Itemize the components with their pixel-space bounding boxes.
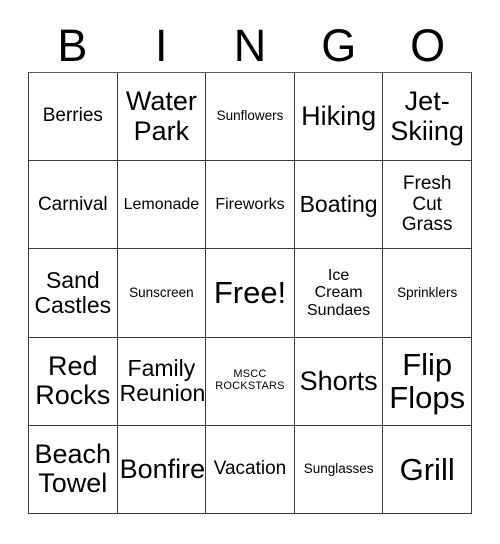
bingo-cell[interactable]: Sunglasses bbox=[294, 425, 384, 514]
bingo-cell-free[interactable]: Free! bbox=[206, 249, 295, 338]
bingo-cell-label: Sunflowers bbox=[216, 108, 284, 124]
bingo-cell-label: Ice Cream Sundaes bbox=[307, 267, 371, 319]
bingo-cell[interactable]: Hiking bbox=[294, 73, 384, 162]
bingo-cell[interactable]: Red Rocks bbox=[29, 337, 118, 426]
bingo-cell[interactable]: Shorts bbox=[294, 337, 384, 426]
bingo-cell[interactable]: Carnival bbox=[29, 161, 118, 250]
bingo-cell-label: Boating bbox=[299, 191, 378, 218]
bingo-cell[interactable]: Flip Flops bbox=[383, 337, 472, 426]
header-letter-g: G bbox=[321, 19, 357, 71]
header-letter-b: B bbox=[57, 19, 88, 71]
header-letter-i: I bbox=[154, 19, 168, 71]
bingo-cell-label: Fireworks bbox=[215, 196, 285, 214]
bingo-cell[interactable]: Lemonade bbox=[117, 161, 207, 250]
bingo-cell[interactable]: Sunflowers bbox=[206, 73, 295, 162]
bingo-cell[interactable]: Bonfire bbox=[117, 425, 207, 514]
bingo-cell[interactable]: Jet- Skiing bbox=[383, 73, 472, 162]
bingo-cell-label: Sand Castles bbox=[34, 267, 112, 318]
bingo-cell[interactable]: Sunscreen bbox=[117, 249, 207, 338]
bingo-cell[interactable]: Grill bbox=[383, 425, 472, 514]
bingo-cell[interactable]: Boating bbox=[294, 161, 384, 250]
bingo-cell-label: Sunglasses bbox=[303, 461, 374, 477]
bingo-cell-label: MSCC ROCKSTARS bbox=[215, 368, 285, 393]
bingo-cell-label: Jet- Skiing bbox=[390, 86, 464, 146]
bingo-cell-label: Carnival bbox=[37, 193, 108, 215]
bingo-cell[interactable]: Beach Towel bbox=[29, 425, 118, 514]
bingo-cell-label: Beach Towel bbox=[34, 439, 112, 499]
bingo-header: B I N G O bbox=[28, 18, 472, 72]
bingo-cell-label: Water Park bbox=[125, 86, 197, 146]
bingo-cell-label: Sunscreen bbox=[129, 284, 194, 300]
bingo-cell-label: Berries bbox=[42, 105, 103, 127]
bingo-cell[interactable]: Water Park bbox=[117, 73, 207, 162]
bingo-grid: Berries Water Park Sunflowers Hiking Jet… bbox=[28, 72, 472, 514]
bingo-cell-label: Grill bbox=[399, 451, 455, 487]
bingo-cell[interactable]: Family Reunion bbox=[117, 337, 207, 426]
bingo-cell[interactable]: Vacation bbox=[206, 425, 295, 514]
bingo-cell-label: Shorts bbox=[299, 365, 378, 396]
bingo-cell-label: Free! bbox=[213, 275, 287, 311]
bingo-cell[interactable]: Sand Castles bbox=[29, 249, 118, 338]
bingo-cell[interactable]: Berries bbox=[29, 73, 118, 162]
bingo-cell[interactable]: Fresh Cut Grass bbox=[383, 161, 472, 250]
bingo-cell-label: Vacation bbox=[213, 458, 287, 480]
bingo-cell-label: Bonfire bbox=[119, 453, 206, 484]
bingo-card: B I N G O Berries Water Park Sunflowers … bbox=[0, 0, 500, 544]
bingo-cell[interactable]: Ice Cream Sundaes bbox=[294, 249, 384, 338]
bingo-cell-label: Flip Flops bbox=[389, 346, 466, 416]
bingo-cell-label: Red Rocks bbox=[35, 351, 111, 411]
header-letter-n: N bbox=[233, 19, 267, 71]
bingo-cell-label: Fresh Cut Grass bbox=[401, 173, 453, 236]
bingo-cell[interactable]: Sprinklers bbox=[383, 249, 472, 338]
bingo-cell-label: Family Reunion bbox=[119, 355, 206, 407]
bingo-cell-label: Sprinklers bbox=[397, 284, 458, 300]
bingo-cell[interactable]: MSCC ROCKSTARS bbox=[206, 337, 295, 426]
header-letter-o: O bbox=[410, 19, 446, 71]
bingo-cell-label: Hiking bbox=[301, 101, 377, 132]
bingo-cell-label: Lemonade bbox=[123, 196, 200, 214]
bingo-cell[interactable]: Fireworks bbox=[206, 161, 295, 250]
